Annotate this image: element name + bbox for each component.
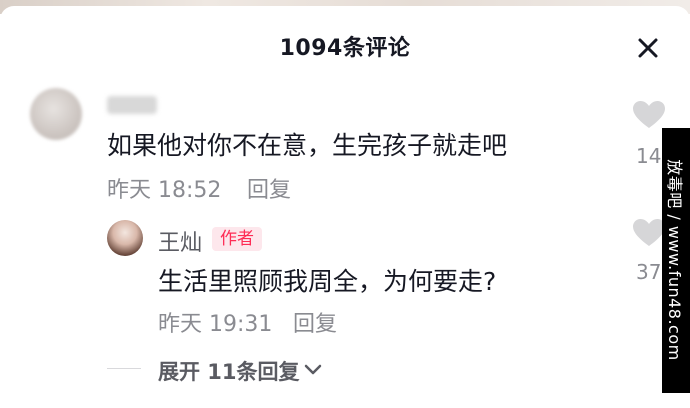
reply-text: 生活里照顾我周全，为何要走? <box>158 267 497 296</box>
watermark-text: 放毒吧 / www.fun48.com <box>665 159 684 361</box>
close-icon[interactable] <box>633 33 663 63</box>
comments-sheet: 1094条评论 如果他对你不在意，生完孩子就走吧 昨天 18:52 回复 14 … <box>0 6 690 408</box>
author-badge: 作者 <box>212 227 262 251</box>
reply-time: 昨天 19:31 <box>158 312 273 337</box>
like-count: 14 <box>636 144 662 168</box>
like-count: 37 <box>636 260 662 284</box>
avatar[interactable] <box>30 88 82 140</box>
chevron-down-icon[interactable] <box>303 362 323 376</box>
comments-title: 1094条评论 <box>279 36 411 61</box>
avatar[interactable] <box>107 220 143 256</box>
reply-button[interactable]: 回复 <box>247 172 291 204</box>
blurred-username[interactable] <box>107 96 157 114</box>
comment-time: 昨天 18:52 <box>107 178 222 203</box>
comment-text: 如果他对你不在意，生完孩子就走吧 <box>107 131 508 160</box>
reply-button[interactable]: 回复 <box>293 306 337 338</box>
reply-username[interactable]: 王灿 <box>158 225 202 257</box>
heart-icon[interactable] <box>632 100 666 130</box>
divider <box>107 368 141 369</box>
expand-replies-button[interactable]: 展开 11条回复 <box>158 356 300 386</box>
watermark: 放毒吧 / www.fun48.com <box>662 128 690 393</box>
heart-icon[interactable] <box>632 218 666 248</box>
